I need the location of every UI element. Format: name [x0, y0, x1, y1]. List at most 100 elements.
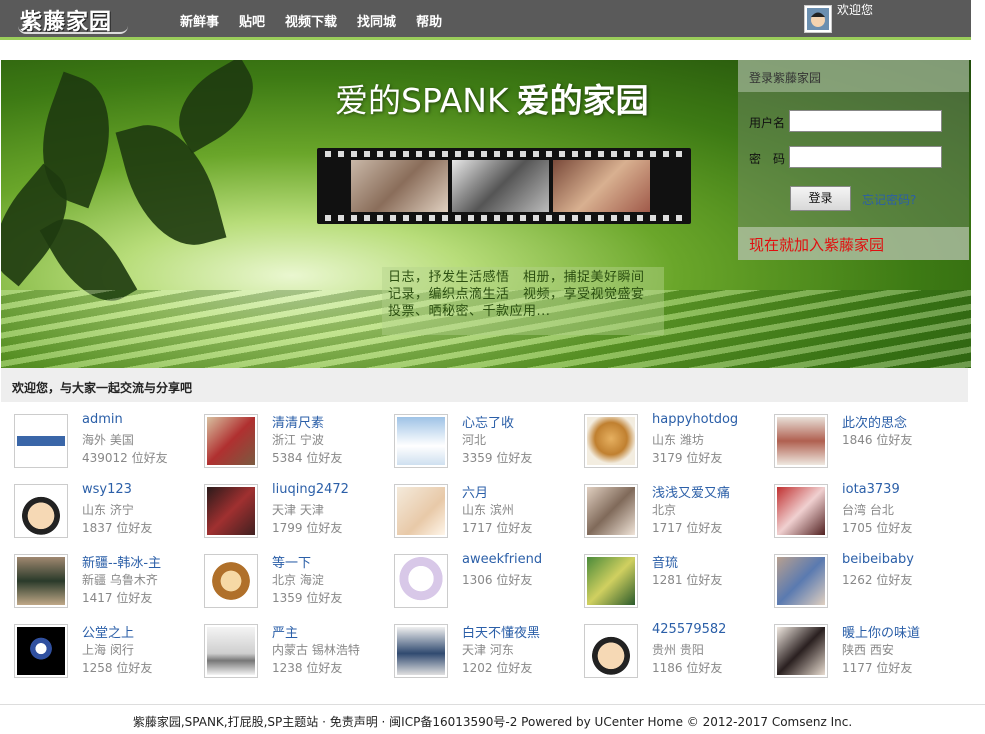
user-name-link[interactable]: 此次的思念: [842, 412, 907, 431]
user-name-link[interactable]: 新疆--韩冰-主: [82, 552, 161, 571]
user-card: 公堂之上 上海 闵行 1258 位好友: [14, 622, 204, 682]
user-avatar[interactable]: [774, 414, 828, 468]
nav-item-help[interactable]: 帮助: [416, 11, 442, 30]
user-card: admin 海外 美国 439012 位好友: [14, 412, 204, 472]
user-card: liuqing2472 天津 天津 1799 位好友: [204, 482, 394, 542]
user-name-link[interactable]: admin: [82, 412, 123, 427]
user-name-link[interactable]: 浅浅又爱又痛: [652, 482, 730, 501]
user-card: 浅浅又爱又痛 北京 1717 位好友: [584, 482, 774, 542]
nav-item-local[interactable]: 找同城: [357, 11, 396, 30]
banner-title-main: 爱的SPANK: [335, 81, 509, 120]
user-avatar-image: [777, 627, 825, 675]
user-card: 白天不懂夜黑 天津 河东 1202 位好友: [394, 622, 584, 682]
banner-title: 爱的SPANK 爱的家园: [335, 74, 649, 122]
join-link[interactable]: 现在就加入紫藤家园: [738, 227, 969, 260]
user-name-link[interactable]: 白天不懂夜黑: [462, 622, 540, 641]
user-avatar[interactable]: [204, 484, 258, 538]
user-name-link[interactable]: 心忘了收: [462, 412, 514, 431]
welcome-text: 欢迎您: [837, 3, 874, 17]
user-location: 山东 潍坊: [652, 433, 704, 447]
username-input[interactable]: [789, 110, 942, 132]
user-avatar[interactable]: [394, 624, 448, 678]
user-avatar[interactable]: [14, 554, 68, 608]
user-location: 河北: [462, 433, 487, 447]
user-avatar[interactable]: [14, 414, 68, 468]
user-friend-count: 1717 位好友: [652, 521, 723, 535]
user-avatar[interactable]: [394, 414, 448, 468]
user-friend-count: 1837 位好友: [82, 521, 153, 535]
user-avatar-image: [17, 417, 65, 465]
user-card: beibeibaby 1262 位好友: [774, 552, 964, 612]
film-frames: [351, 160, 650, 212]
user-card: iota3739 台湾 台北 1705 位好友: [774, 482, 964, 542]
footer-divider: [0, 704, 985, 705]
user-name-link[interactable]: happyhotdog: [652, 412, 738, 427]
user-friend-count: 1417 位好友: [82, 591, 153, 605]
user-name-link[interactable]: 公堂之上: [82, 622, 134, 641]
user-name-link[interactable]: wsy123: [82, 482, 132, 497]
user-name-link[interactable]: 严主: [272, 622, 298, 641]
photo-filmstrip: [317, 148, 691, 224]
user-avatar[interactable]: [774, 624, 828, 678]
user-location: 新疆 乌鲁木齐: [82, 573, 158, 587]
user-name-link[interactable]: aweekfriend: [462, 552, 542, 567]
nav-item-forum[interactable]: 贴吧: [239, 11, 265, 30]
user-avatar[interactable]: [394, 554, 448, 608]
nav-item-video-download[interactable]: 视频下载: [285, 11, 337, 30]
user-friend-count: 3359 位好友: [462, 451, 533, 465]
user-avatar[interactable]: [204, 624, 258, 678]
user-avatar-image: [587, 487, 635, 535]
login-panel: 登录紫藤家园 用户名 密 码 登录 忘记密码? 现在就加入紫藤家园: [738, 60, 969, 260]
user-avatar[interactable]: [14, 624, 68, 678]
user-name-link[interactable]: beibeibaby: [842, 552, 914, 567]
forgot-password-link[interactable]: 忘记密码?: [862, 191, 916, 208]
user-avatar-image: [207, 487, 255, 535]
user-avatar[interactable]: [204, 554, 258, 608]
user-avatar[interactable]: [584, 624, 638, 678]
user-avatar-image: [587, 417, 635, 465]
user-location: 海外 美国: [82, 433, 134, 447]
user-friend-count: 1799 位好友: [272, 521, 343, 535]
main-nav: 新鲜事 贴吧 视频下载 找同城 帮助: [180, 11, 462, 30]
user-location: 台湾 台北: [842, 503, 894, 517]
nav-item-news[interactable]: 新鲜事: [180, 11, 219, 30]
top-navbar: 紫藤家园 新鲜事 贴吧 视频下载 找同城 帮助 欢迎您: [0, 0, 971, 40]
password-input[interactable]: [789, 146, 942, 168]
user-avatar-image: [397, 557, 445, 605]
user-location: 天津 河东: [462, 643, 514, 657]
user-avatar[interactable]: [774, 484, 828, 538]
user-avatar-image: [207, 417, 255, 465]
user-avatar[interactable]: [394, 484, 448, 538]
user-name-link[interactable]: 清清尺素: [272, 412, 324, 431]
user-location: 陕西 西安: [842, 643, 894, 657]
film-holes-top: [325, 151, 685, 157]
user-card: 新疆--韩冰-主新疆 乌鲁木齐 1417 位好友: [14, 552, 204, 612]
user-name-link[interactable]: 425579582: [652, 622, 726, 637]
user-avatar[interactable]: [584, 484, 638, 538]
login-header: 登录紫藤家园: [738, 60, 969, 92]
user-location: 山东 滨州: [462, 503, 514, 517]
user-name-link[interactable]: liuqing2472: [272, 482, 349, 497]
user-friend-count: 1238 位好友: [272, 661, 343, 675]
login-button[interactable]: 登录: [790, 186, 851, 211]
user-avatar[interactable]: [204, 414, 258, 468]
avatar-face-icon: [807, 8, 829, 30]
user-card: 严主 内蒙古 锡林浩特 1238 位好友: [204, 622, 394, 682]
user-card: wsy123 山东 济宁 1837 位好友: [14, 482, 204, 542]
user-avatar-image: [777, 417, 825, 465]
user-avatar[interactable]: [584, 554, 638, 608]
user-friend-count: 439012 位好友: [82, 451, 168, 465]
user-name-link[interactable]: iota3739: [842, 482, 900, 497]
user-name-link[interactable]: 暖上你の味道: [842, 622, 920, 641]
user-avatar-image: [777, 557, 825, 605]
user-name-link[interactable]: 音琉: [652, 552, 678, 571]
user-avatar[interactable]: [14, 484, 68, 538]
user-name-link[interactable]: 六月: [462, 482, 488, 501]
current-user-avatar[interactable]: [804, 5, 832, 33]
user-avatar[interactable]: [774, 554, 828, 608]
user-card: 清清尺素 浙江 宁波 5384 位好友: [204, 412, 394, 472]
user-name-link[interactable]: 等一下: [272, 552, 311, 571]
user-friend-count: 1177 位好友: [842, 661, 913, 675]
user-avatar-image: [207, 557, 255, 605]
user-avatar[interactable]: [584, 414, 638, 468]
